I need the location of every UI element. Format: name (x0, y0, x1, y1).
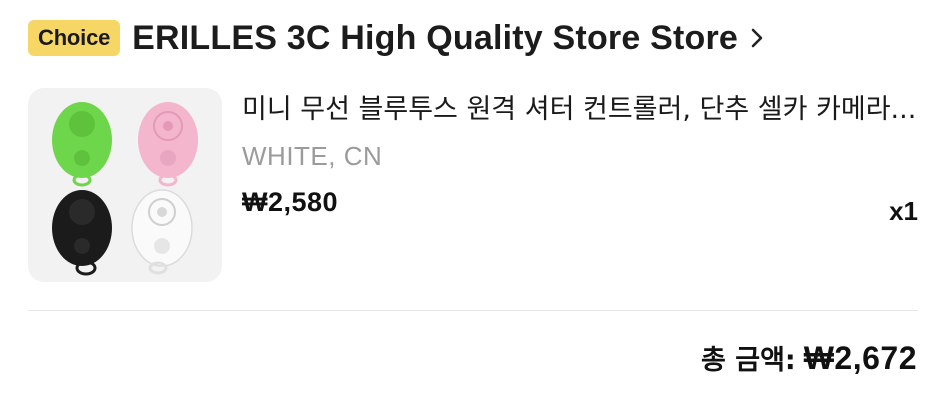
choice-badge: Choice (28, 20, 121, 56)
store-name-link[interactable]: ERILLES 3C High Quality Store Store (132, 19, 738, 58)
product-variant: WHITE, CN (242, 141, 383, 171)
product-title[interactable]: 미니 무선 블루투스 원격 셔터 컨트롤러, 단추 셀카 카메라... (242, 88, 918, 132)
store-header[interactable]: Choice ERILLES 3C High Quality Store Sto… (28, 14, 918, 62)
pink-remote-shape (138, 102, 198, 187)
product-quantity: x1 (889, 196, 918, 226)
divider (28, 310, 918, 311)
product-image[interactable] (28, 88, 222, 282)
product-price: ₩2,580 (242, 187, 339, 217)
chevron-right-icon[interactable] (750, 25, 772, 51)
white-remote-shape (131, 189, 193, 275)
cart-item[interactable]: 미니 무선 블루투스 원격 셔터 컨트롤러, 단추 셀카 카메라... WHIT… (28, 88, 918, 282)
green-remote-shape (52, 102, 112, 187)
order-total: 총 금액: ₩2,672 (701, 338, 917, 377)
black-remote-shape (52, 190, 112, 276)
total-label: 총 금액: (701, 345, 796, 376)
total-value: ₩2,672 (803, 340, 917, 376)
item-info: 미니 무선 블루투스 원격 셔터 컨트롤러, 단추 셀카 카메라... WHIT… (242, 88, 918, 218)
